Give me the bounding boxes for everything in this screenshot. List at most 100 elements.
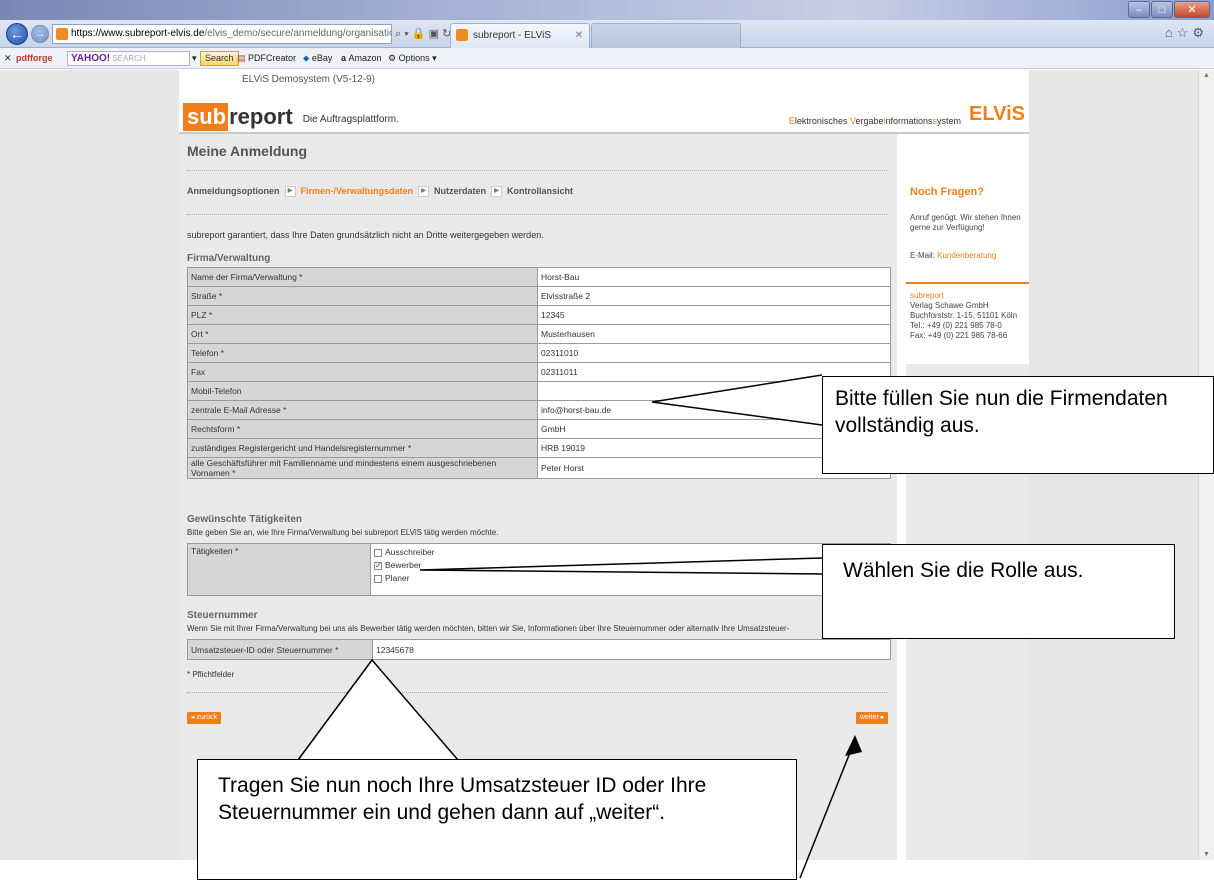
address-line: Fax: +49 (0) 221 985 78-66 <box>910 331 1008 340</box>
taetigkeit-label: Bewerber <box>385 560 422 570</box>
yahoo-search-label: SEARCH <box>112 54 146 63</box>
address-line: Tel.: +49 (0) 221 985 78-0 <box>910 321 1002 330</box>
firma-row: Name der Firma/Verwaltung * Horst-Bau <box>187 267 891 287</box>
help-email: E-Mail: Kundenberatung <box>910 251 997 260</box>
privacy-notice: subreport garantiert, dass Ihre Daten gr… <box>187 230 544 240</box>
firma-row: PLZ * 12345 <box>187 305 891 325</box>
taetigkeiten-options: Ausschreiber ✓ Bewerber Planer <box>370 543 891 596</box>
maximize-button[interactable]: □ <box>1151 1 1173 18</box>
step-anmeldungsoptionen[interactable]: Anmeldungsoptionen <box>187 186 280 196</box>
step-arrow-icon: ▶ <box>418 186 430 198</box>
logo-report: report <box>229 104 293 129</box>
close-toolbar-icon[interactable]: ✕ <box>4 48 12 68</box>
taetigkeit-label: Ausschreiber <box>385 547 435 557</box>
ebay-button[interactable]: ⬥ eBay <box>303 48 332 68</box>
step-firmendaten[interactable]: Firmen-/Verwaltungsdaten <box>301 186 414 196</box>
field-label: Ort * <box>187 324 538 344</box>
amazon-button[interactable]: a Amazon <box>341 48 382 68</box>
address-line: Buchforststr. 1-15, 51101 Köln <box>910 311 1018 320</box>
divider <box>187 214 887 215</box>
address-bar[interactable]: https://www.subreport-elvis.de/elvis_dem… <box>52 24 392 44</box>
scroll-down-icon[interactable]: ▼ <box>1203 851 1210 858</box>
help-sidebar: Noch Fragen? Anruf genügt. Wir stehen Ih… <box>906 134 1029 860</box>
taetigkeiten-section-title: Gewünschte Tätigkeiten <box>187 514 303 525</box>
field-label: Rechtsform * <box>187 419 538 439</box>
steuer-input[interactable]: 12345678 <box>372 639 891 660</box>
steuer-section-title: Steuernummer <box>187 610 258 621</box>
help-box: Noch Fragen? Anruf genügt. Wir stehen Ih… <box>906 134 1029 294</box>
pdfcreator-button[interactable]: ▤ PDFCreator <box>237 48 296 68</box>
tab-subreport[interactable]: subreport - ELViS ✕ <box>450 23 590 48</box>
search-button[interactable]: Search <box>200 51 239 66</box>
forward-button[interactable]: → <box>31 25 49 43</box>
field-input[interactable]: Musterhausen <box>537 324 891 344</box>
checkbox-icon[interactable] <box>374 548 382 557</box>
address-path: /elvis_demo/secure/anmeldung/organisatio… <box>204 28 392 39</box>
taetigkeit-option[interactable]: ✓ Bewerber <box>374 559 887 572</box>
field-label: Mobil-Telefon <box>187 381 538 401</box>
firma-row: alle Geschäftsführer mit Familienname un… <box>187 457 891 479</box>
field-input[interactable]: Elvisstraße 2 <box>537 286 891 306</box>
firma-row: zuständiges Registergericht und Handelsr… <box>187 438 891 458</box>
taetigkeit-option[interactable]: Ausschreiber <box>374 546 887 559</box>
step-arrow-icon: ▶ <box>491 186 503 198</box>
tab-favicon-icon <box>456 29 468 41</box>
options-button[interactable]: ⚙ Options ▾ <box>388 48 437 68</box>
registration-panel: Meine Anmeldung Anmeldungsoptionen ▶ Firme… <box>179 134 897 860</box>
options-label: Options <box>398 53 430 63</box>
firma-row: Ort * Musterhausen <box>187 324 891 344</box>
field-input[interactable]: Horst-Bau <box>537 267 891 287</box>
search-dropdown-icon[interactable]: ▾ <box>192 48 197 68</box>
addon-toolbar: ✕ pdfforge YAHOO! SEARCH ▾ Search ▤ PDFC… <box>0 48 1214 69</box>
orange-divider <box>906 282 1029 284</box>
scroll-up-icon[interactable]: ▲ <box>1203 72 1210 79</box>
company-name: subreport <box>910 291 944 300</box>
help-text: Anruf genügt. Wir stehen Ihnen gerne zur… <box>910 213 1021 232</box>
logo-sub: sub <box>183 103 229 131</box>
callout-firmendaten: Bitte füllen Sie nun die Firmendaten vol… <box>822 376 1214 474</box>
field-input[interactable]: 12345 <box>537 305 891 325</box>
field-label: zentrale E-Mail Adresse * <box>187 400 538 420</box>
taetigkeit-label: Planer <box>385 573 410 583</box>
address-domain: https://www.subreport-elvis.de <box>71 28 205 39</box>
pdf-icon: ▤ <box>237 53 249 63</box>
help-title: Noch Fragen? <box>910 186 984 198</box>
tab-label: subreport - ELViS <box>473 30 552 41</box>
field-label: Straße * <box>187 286 538 306</box>
field-label: zuständiges Registergericht und Handelsr… <box>187 438 538 458</box>
close-window-button[interactable]: ✕ <box>1174 1 1210 18</box>
company-address: subreport Verlag Schawe GmbH Buchforstst… <box>910 291 1028 341</box>
step-kontrollansicht[interactable]: Kontrollansicht <box>507 186 573 196</box>
firma-row: zentrale E-Mail Adresse * info@horst-bau.… <box>187 400 891 420</box>
browser-right-icons[interactable]: ⌂☆⚙ <box>1165 25 1208 41</box>
checkbox-checked-icon[interactable]: ✓ <box>374 561 382 570</box>
firma-row: Rechtsform * GmbH <box>187 419 891 439</box>
field-label: Fax <box>187 362 538 382</box>
back-button[interactable]: ← <box>6 23 28 45</box>
ebay-label: eBay <box>311 53 333 63</box>
firma-row: Telefon * 02311010 <box>187 343 891 363</box>
taetigkeiten-label: Tätigkeiten * <box>187 543 371 596</box>
tab-new[interactable] <box>591 23 741 48</box>
subreport-logo[interactable]: sub report Die Auftragsplattform. <box>183 103 399 133</box>
field-input[interactable]: 02311010 <box>537 343 891 363</box>
taetigkeit-option[interactable]: Planer <box>374 572 887 585</box>
back-form-button[interactable]: ◂ zurück <box>187 712 222 724</box>
kundenberatung-link[interactable]: Kundenberatung <box>937 251 996 260</box>
step-nutzerdaten[interactable]: Nutzerdaten <box>434 186 486 196</box>
gear-icon: ⚙ <box>388 53 399 63</box>
elvis-logo: ELViS <box>969 103 1025 125</box>
yahoo-search-input[interactable]: YAHOO! SEARCH <box>67 51 190 66</box>
next-button[interactable]: weiter ▸ <box>856 712 889 724</box>
pdfforge-logo: pdfforge <box>16 53 53 63</box>
required-fields-note: * Pflichtfelder <box>187 670 235 679</box>
steuer-table: Umsatzsteuer-ID oder Steuernummer * 1234… <box>187 639 891 660</box>
field-label: PLZ * <box>187 305 538 325</box>
checkbox-icon[interactable] <box>374 574 382 583</box>
field-label: Telefon * <box>187 343 538 363</box>
taetigkeiten-subtitle: Bitte geben Sie an, wie Ihre Firma/Verwa… <box>187 528 499 537</box>
minimize-button[interactable]: – <box>1128 1 1150 18</box>
pdfcreator-label: PDFCreator <box>248 53 297 63</box>
step-breadcrumb: Anmeldungsoptionen ▶ Firmen-/Verwaltungsda… <box>187 186 573 198</box>
close-tab-icon[interactable]: ✕ <box>575 24 583 47</box>
